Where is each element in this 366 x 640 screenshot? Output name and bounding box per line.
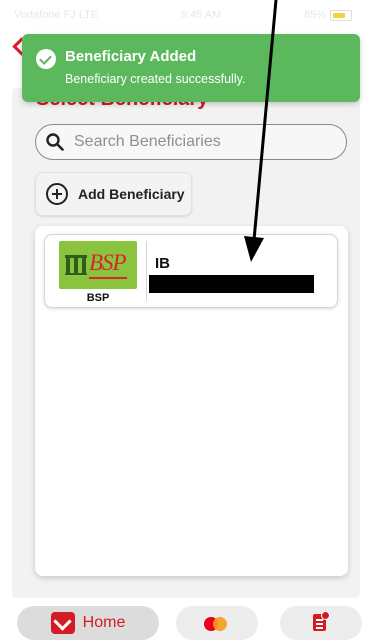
battery-label: 85% [303,9,326,21]
nav-schedule-button[interactable] [280,606,362,640]
bank-logo-underline [89,277,127,279]
redaction-bar [149,275,314,293]
beneficiary-card[interactable]: BSP BSP IB [44,234,338,308]
search-icon [46,133,64,151]
battery-icon [329,9,352,21]
check-circle-icon [36,49,56,69]
plus-circle-icon [46,183,68,205]
status-bar: Vodafone FJ LTE 9:45 AM 85% [0,0,366,30]
schedule-icon [313,611,330,631]
toast-title: Beneficiary Added [65,48,197,65]
bottom-nav: Home [0,600,366,640]
search-input[interactable] [35,124,347,160]
bank-logo-emblem-icon [65,255,87,275]
bank-logo-text: BSP [89,250,127,275]
search-field[interactable] [72,132,336,152]
bank-logo-block: BSP BSP [59,241,137,304]
bank-logo: BSP [59,241,137,289]
nav-home-button[interactable]: Home [17,606,159,640]
nav-cards-button[interactable] [176,606,258,640]
home-icon [50,612,75,634]
beneficiary-name: IB [155,255,170,272]
carrier-label: Vodafone FJ LTE [14,9,99,21]
card-divider [146,241,147,301]
success-toast[interactable]: Beneficiary Added Beneficiary created su… [22,34,360,102]
bank-code-label: BSP [86,292,110,304]
card-icon [204,617,228,631]
time-label: 9:45 AM [180,9,222,21]
battery-indicator: 85% [304,9,352,21]
add-beneficiary-button[interactable]: Add Beneficiary [35,172,192,216]
toast-message: Beneficiary created successfully. [65,72,246,86]
nav-home-label: Home [82,614,126,631]
add-beneficiary-label: Add Beneficiary [78,186,185,202]
